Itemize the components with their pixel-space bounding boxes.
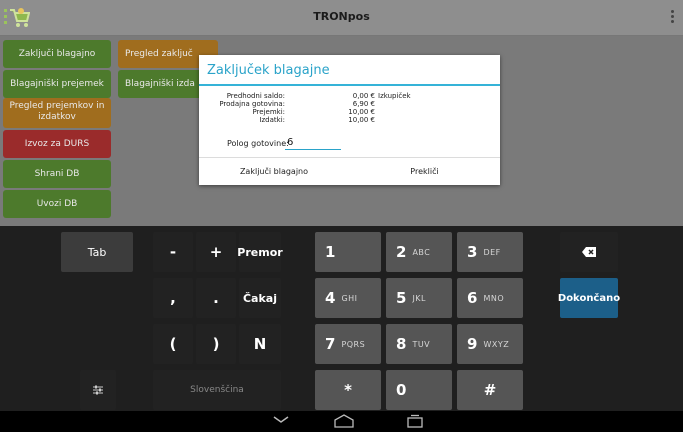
comma-key[interactable]: ,: [153, 278, 193, 318]
overflow-menu-icon[interactable]: [671, 10, 675, 24]
star-key[interactable]: *: [315, 370, 381, 410]
dialog-title-divider: [199, 84, 500, 86]
space-key[interactable]: Slovenščina: [153, 370, 281, 410]
cash-receipt-button[interactable]: Blagajniški prejemek: [3, 70, 111, 98]
digit-6-key[interactable]: 6 MNO: [457, 278, 523, 318]
hash-key[interactable]: #: [457, 370, 523, 410]
plus-key[interactable]: +: [196, 232, 236, 272]
digit-8-key[interactable]: 8 TUV: [386, 324, 452, 364]
save-db-button[interactable]: Shrani DB: [3, 160, 111, 188]
cancel-button[interactable]: Prekliči: [349, 158, 500, 185]
durs-export-button[interactable]: Izvoz za DURS: [3, 130, 111, 158]
wait-key[interactable]: Čakaj: [239, 278, 281, 318]
back-icon[interactable]: [272, 414, 290, 426]
backspace-key[interactable]: [560, 232, 618, 272]
app-title: TRONpos: [313, 10, 370, 23]
on-screen-keyboard: Tab - + Premor 1 2 ABC 3 DEF , . Čakaj 4 GH…: [0, 226, 683, 411]
digit-7-key[interactable]: 7 PQRS: [315, 324, 381, 364]
digit-9-key[interactable]: 9 WXYZ: [457, 324, 523, 364]
close-register-button[interactable]: Zaključi blagajno: [3, 40, 111, 68]
minus-key[interactable]: -: [153, 232, 193, 272]
recents-icon[interactable]: [405, 414, 425, 428]
paren-close-key[interactable]: ): [196, 324, 236, 364]
receipts-value: 10,00 €: [348, 108, 375, 116]
pause-key[interactable]: Premor: [237, 232, 283, 272]
digit-4-key[interactable]: 4 GHI: [315, 278, 381, 318]
home-icon[interactable]: [333, 414, 355, 428]
confirm-close-register-button[interactable]: Zaključi blagajno: [199, 158, 349, 185]
digit-5-key[interactable]: 5 JKL: [386, 278, 452, 318]
previous-balance-value: 0,00 €: [352, 92, 375, 100]
screen: TRONpos Zaključi blagajno Pregled zaklju…: [0, 0, 683, 432]
keyboard-settings-key[interactable]: [80, 370, 116, 410]
paren-open-key[interactable]: (: [153, 324, 193, 364]
title-bar: TRONpos: [0, 0, 683, 36]
dialog-title: Zaključek blagajne: [207, 63, 330, 78]
receipts-expenses-overview-button[interactable]: Pregled prejemkov in izdatkov: [3, 98, 111, 128]
sales-cash-value: 6,90 €: [352, 100, 375, 108]
digit-2-key[interactable]: 2 ABC: [386, 232, 452, 272]
n-key[interactable]: N: [239, 324, 281, 364]
close-register-dialog: Zaključek blagajne Predhodni saldo: Prod…: [199, 55, 500, 185]
import-db-button[interactable]: Uvozi DB: [3, 190, 111, 218]
digit-3-key[interactable]: 3 DEF: [457, 232, 523, 272]
system-nav-bar: [0, 411, 683, 432]
digit-0-key[interactable]: 0: [386, 370, 452, 410]
tab-key[interactable]: Tab: [61, 232, 133, 272]
cash-deposit-label: Polog gotovine:: [227, 139, 289, 148]
backspace-icon: [582, 247, 596, 257]
digit-1-key[interactable]: 1: [315, 232, 381, 272]
cash-deposit-input[interactable]: [285, 135, 341, 150]
period-key[interactable]: .: [196, 278, 236, 318]
expenses-value: 10,00 €: [348, 116, 375, 124]
revenue-label: Izkupiček: [378, 92, 411, 100]
keyboard-settings-icon: [93, 385, 103, 395]
done-key[interactable]: Dokončano: [558, 278, 620, 318]
